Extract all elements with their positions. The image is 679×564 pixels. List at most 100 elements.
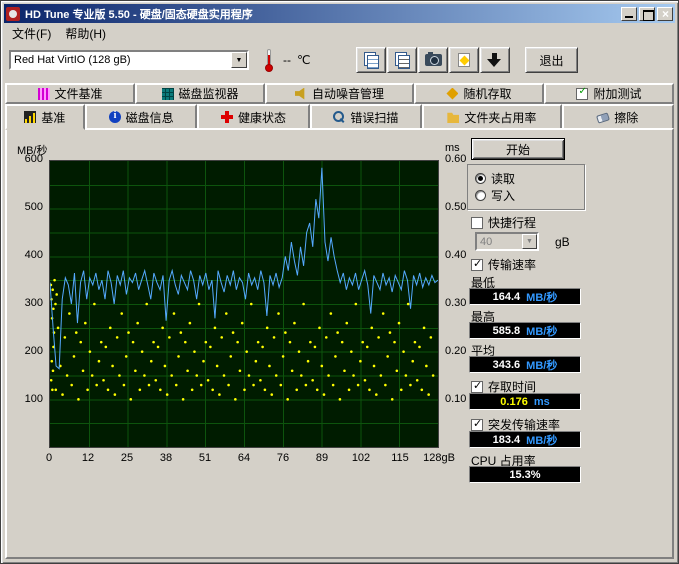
tab-disk-info[interactable]: 磁盘信息	[85, 104, 197, 128]
tab-label: 文件基准	[55, 85, 103, 102]
copy-text-button[interactable]	[387, 47, 417, 73]
drive-select[interactable]: Red Hat VirtIO (128 gB)	[9, 50, 249, 70]
checkbox-box	[471, 217, 483, 229]
app-icon	[6, 7, 20, 21]
tab-label: 自动噪音管理	[312, 85, 384, 102]
x-axis-tick: 128gB	[417, 452, 461, 464]
tab-extra-tests[interactable]: 附加测试	[544, 83, 674, 104]
export-icon	[487, 53, 503, 68]
write-radio[interactable]: 写入	[475, 187, 515, 204]
access-time-value: 0.176 ms	[469, 393, 581, 410]
burst-rate-value: 183.4 MB/秒	[469, 431, 581, 448]
x-axis-tick: 38	[144, 452, 188, 464]
toolbar: Red Hat VirtIO (128 gB) -- ℃ 退出	[5, 43, 674, 77]
health-icon	[221, 111, 233, 123]
folder-usage-icon	[447, 111, 459, 123]
menu-bar: 文件(F) 帮助(H)	[5, 25, 674, 42]
tab-file-benchmark[interactable]: 文件基准	[5, 83, 135, 104]
tab-random-access[interactable]: 随机存取	[414, 83, 544, 104]
tab-label: 文件夹占用率	[464, 109, 536, 126]
start-button[interactable]: 开始	[471, 138, 565, 160]
disk-info-icon	[109, 111, 121, 123]
tab-aam[interactable]: 自动噪音管理	[265, 83, 414, 104]
short-stroke-size-select[interactable]: 40	[475, 232, 539, 251]
x-axis-tick: 51	[183, 452, 227, 464]
tab-label: 错误扫描	[350, 109, 398, 126]
chart-area: MB/秒 ms 6005004003002001000.600.500.400.…	[9, 130, 465, 474]
tab-erase[interactable]: 擦除	[562, 104, 674, 128]
checkbox-box	[471, 259, 483, 271]
camera-icon	[425, 54, 442, 66]
disk-monitor-icon	[162, 88, 174, 100]
tab-label: 附加测试	[593, 85, 641, 102]
thermometer-icon	[263, 48, 275, 72]
radio-dot	[475, 190, 486, 201]
drive-select-value: Red Hat VirtIO (128 gB)	[11, 54, 231, 66]
cpu-usage-value: 15.3%	[469, 466, 581, 483]
x-axis-tick: 89	[300, 452, 344, 464]
tab-label: 随机存取	[463, 85, 511, 102]
max-speed-value: 585.8 MB/秒	[469, 322, 581, 339]
write-radio-label: 写入	[491, 187, 515, 204]
short-stroke-label: 快捷行程	[488, 214, 536, 231]
copy-text-icon	[398, 55, 410, 69]
tab-label: 磁盘监视器	[179, 85, 239, 102]
radio-dot	[475, 173, 486, 184]
read-radio-label: 读取	[491, 170, 515, 187]
tab-error-scan[interactable]: 错误扫描	[310, 104, 422, 128]
minimize-button[interactable]	[621, 7, 637, 21]
left-axis-tick: 300	[9, 297, 43, 309]
random-access-icon	[446, 88, 458, 100]
error-scan-icon	[333, 111, 345, 123]
camera-button[interactable]	[418, 47, 448, 73]
chevron-down-icon[interactable]	[231, 52, 247, 68]
checkbox-box	[471, 419, 483, 431]
file-benchmark-icon	[38, 88, 50, 100]
benchmark-plot	[49, 160, 439, 448]
export-button[interactable]	[480, 47, 510, 73]
tab-benchmark[interactable]: 基准	[5, 104, 85, 130]
screenshot-button[interactable]	[449, 47, 479, 73]
maximize-button[interactable]	[639, 7, 655, 21]
copy-image-icon	[367, 55, 379, 69]
transfer-rate-label: 传输速率	[488, 256, 536, 273]
short-stroke-size-value: 40	[477, 236, 522, 248]
menu-help[interactable]: 帮助(H)	[58, 24, 113, 43]
x-axis-tick: 0	[27, 452, 71, 464]
x-axis-tick: 25	[105, 452, 149, 464]
exit-button[interactable]: 退出	[525, 47, 577, 73]
benchmark-page: MB/秒 ms 6005004003002001000.600.500.400.…	[5, 128, 674, 559]
extra-tests-icon	[576, 88, 588, 100]
tab-label: 健康状态	[238, 109, 286, 126]
erase-icon	[596, 112, 610, 123]
transfer-rate-checkbox[interactable]: 传输速率	[471, 256, 536, 273]
menu-file[interactable]: 文件(F)	[5, 24, 58, 43]
short-stroke-checkbox[interactable]: 快捷行程	[471, 214, 536, 231]
benchmark-chart-svg	[50, 161, 438, 447]
min-speed-value: 164.4 MB/秒	[469, 288, 581, 305]
tab-disk-monitor[interactable]: 磁盘监视器	[135, 83, 265, 104]
x-axis-tick: 64	[222, 452, 266, 464]
copy-image-button[interactable]	[356, 47, 386, 73]
window-title: HD Tune 专业版 5.50 - 硬盘/固态硬盘实用程序	[25, 6, 619, 22]
avg-speed-value: 343.6 MB/秒	[469, 356, 581, 373]
chevron-down-icon[interactable]	[522, 234, 537, 249]
app-window: HD Tune 专业版 5.50 - 硬盘/固态硬盘实用程序 文件(F) 帮助(…	[0, 0, 679, 564]
read-radio[interactable]: 读取	[475, 170, 515, 187]
left-axis-tick: 400	[9, 249, 43, 261]
left-axis-tick: 100	[9, 393, 43, 405]
tab-health[interactable]: 健康状态	[197, 104, 309, 128]
aam-icon	[295, 88, 307, 100]
x-axis-tick: 102	[339, 452, 383, 464]
tab-row-secondary: 文件基准 磁盘监视器 自动噪音管理 随机存取 附加测试	[5, 83, 674, 104]
benchmark-icon	[24, 111, 36, 123]
left-axis-tick: 500	[9, 201, 43, 213]
title-bar: HD Tune 专业版 5.50 - 硬盘/固态硬盘实用程序	[4, 4, 675, 23]
toolbar-buttons	[356, 47, 511, 73]
tab-label: 擦除	[614, 109, 638, 126]
temperature-unit: ℃	[297, 53, 310, 67]
close-button[interactable]	[657, 7, 673, 21]
tab-folder-usage[interactable]: 文件夹占用率	[422, 104, 562, 128]
x-axis-tick: 12	[66, 452, 110, 464]
temperature-value: --	[283, 53, 291, 67]
